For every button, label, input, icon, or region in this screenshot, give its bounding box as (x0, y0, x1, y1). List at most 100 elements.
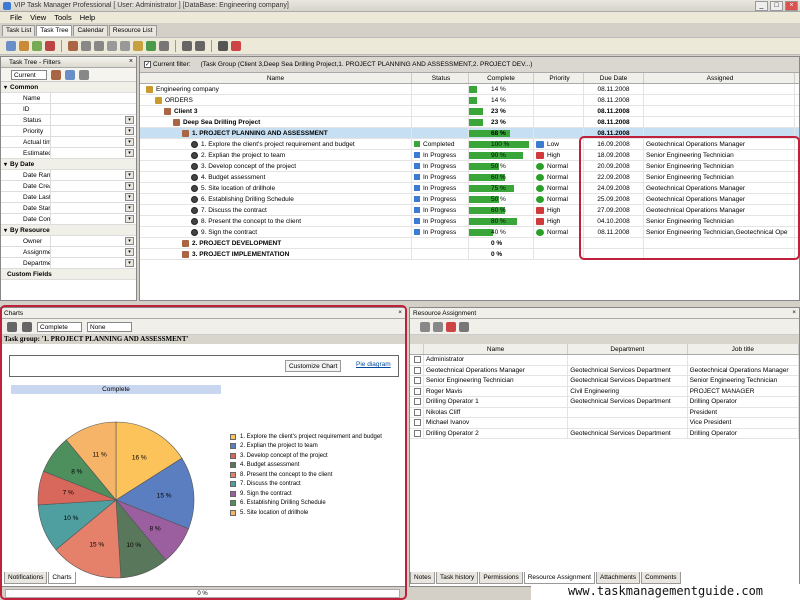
filter-item[interactable]: Assignment ▾ (1, 247, 136, 258)
task-name-cell[interactable]: 3. Develop concept of the project (140, 161, 412, 171)
collapse-icon[interactable] (195, 41, 205, 51)
chevron-down-icon[interactable]: ▾ (125, 171, 134, 179)
task-due-date[interactable]: 08.11.2008 (584, 95, 644, 105)
column-name[interactable]: Name (140, 73, 412, 83)
tab-task-history[interactable]: Task history (435, 572, 479, 584)
delete-icon[interactable] (45, 41, 55, 51)
resource-row[interactable]: Drilling Operator 2 Geotechnical Services… (410, 428, 799, 439)
task-priority-cell[interactable]: Low (534, 139, 584, 149)
filter-icon[interactable] (51, 69, 61, 80)
menu-help[interactable]: Help (80, 13, 95, 22)
column-resource-name[interactable]: Name (424, 344, 569, 354)
task-priority-cell[interactable] (534, 117, 584, 127)
task-row[interactable]: Deep Sea Drilling Project 23 % 08.11.2008 (140, 117, 799, 128)
task-status-cell[interactable]: In Progress (412, 161, 469, 171)
menu-view[interactable]: View (30, 13, 46, 22)
resource-checkbox[interactable] (413, 387, 421, 395)
task-due-date[interactable]: 08.11.2008 (584, 106, 644, 116)
filter-item[interactable]: Owner ▾ (1, 236, 136, 247)
task-assigned[interactable] (644, 117, 795, 127)
resource-row[interactable]: Nikolas Cliff President (410, 407, 799, 418)
task-status-cell[interactable]: In Progress (412, 194, 469, 204)
chevron-down-icon[interactable]: ▾ (125, 149, 134, 157)
filter-item[interactable]: Status ▾ (1, 115, 136, 126)
new-task-icon[interactable] (6, 41, 16, 51)
close-icon[interactable]: × (792, 309, 796, 316)
chevron-down-icon[interactable]: ▾ (125, 193, 134, 201)
task-row[interactable]: Client 3 23 % 08.11.2008 (140, 106, 799, 117)
task-priority-cell[interactable]: Normal (534, 183, 584, 193)
chevron-down-icon[interactable]: ▾ (125, 116, 134, 124)
filter-item[interactable]: Date Range ▾ (1, 170, 136, 181)
tab-resource-list[interactable]: Resource List (108, 25, 157, 36)
task-status-cell[interactable]: Completed (412, 139, 469, 149)
column-priority[interactable]: Priority (534, 73, 584, 83)
filter-item[interactable]: Date Create ▾ (1, 181, 136, 192)
task-name-cell[interactable]: 2. PROJECT DEVELOPMENT (140, 238, 412, 248)
minimize-icon[interactable]: _ (755, 1, 768, 11)
column-status[interactable]: Status (412, 73, 469, 83)
task-assigned[interactable] (644, 95, 795, 105)
print-icon[interactable] (159, 41, 169, 51)
tab-attachments[interactable]: Attachments (595, 572, 641, 584)
tab-task-list[interactable]: Task List (2, 25, 36, 36)
indent-icon[interactable] (107, 41, 117, 51)
resource-checkbox[interactable] (413, 366, 421, 374)
maximize-icon[interactable]: □ (770, 1, 783, 11)
tab-calendar[interactable]: Calendar (73, 25, 108, 36)
filter-item[interactable]: Date Last M ▾ (1, 192, 136, 203)
task-priority-cell[interactable]: High (534, 150, 584, 160)
task-priority-cell[interactable] (534, 238, 584, 248)
task-status-cell[interactable]: In Progress (412, 227, 469, 237)
edit-icon[interactable] (32, 41, 42, 51)
filter-preset-select[interactable]: Current (11, 69, 47, 80)
filter-item[interactable]: Actual time ▾ (1, 137, 136, 148)
task-status-cell[interactable] (412, 117, 469, 127)
tab-comments[interactable]: Comments (641, 572, 681, 584)
column-department[interactable]: Department (568, 344, 688, 354)
resource-checkbox[interactable] (413, 377, 421, 385)
unassign-icon[interactable] (433, 321, 443, 332)
task-priority-cell[interactable] (534, 95, 584, 105)
task-row[interactable]: ORDERS 14 % 08.11.2008 (140, 95, 799, 106)
task-name-cell[interactable]: ORDERS (140, 95, 412, 105)
close-icon[interactable]: × (785, 1, 798, 11)
filter-item[interactable]: Department ▾ (1, 258, 136, 269)
chevron-down-icon[interactable]: ▾ (125, 237, 134, 245)
task-status-cell[interactable] (412, 128, 469, 138)
task-row[interactable]: Engineering company 14 % 08.11.2008 (140, 84, 799, 95)
task-priority-cell[interactable] (534, 249, 584, 259)
tab-permissions[interactable]: Permissions (479, 572, 523, 584)
outdent-icon[interactable] (120, 41, 130, 51)
task-status-cell[interactable]: In Progress (412, 183, 469, 193)
task-name-cell[interactable]: 8. Present the concept to the client (140, 216, 412, 226)
filter-section-header[interactable]: Custom Fields (1, 269, 136, 280)
column-due-date[interactable]: Due Date (584, 73, 644, 83)
task-due-date[interactable]: 08.11.2008 (584, 84, 644, 94)
menu-file[interactable]: File (10, 13, 22, 22)
task-priority-cell[interactable]: Normal (534, 172, 584, 182)
filter-item[interactable]: ID (1, 104, 136, 115)
collapse-icon[interactable]: ▾ (4, 84, 7, 91)
export-icon[interactable] (231, 41, 241, 51)
chevron-down-icon[interactable]: ▾ (125, 248, 134, 256)
chevron-down-icon[interactable]: ▾ (125, 204, 134, 212)
chevron-down-icon[interactable]: ▾ (125, 182, 134, 190)
filter-item[interactable]: Priority ▾ (1, 126, 136, 137)
resource-checkbox[interactable] (413, 419, 421, 427)
resource-checkbox[interactable] (413, 408, 421, 416)
task-status-cell[interactable]: In Progress (412, 205, 469, 215)
filter-section-header[interactable]: ▾ By Date (1, 159, 136, 170)
resource-checkbox[interactable] (413, 398, 421, 406)
collapse-icon[interactable]: ▾ (4, 227, 7, 234)
chevron-down-icon[interactable]: ▾ (125, 259, 134, 267)
task-priority-cell[interactable]: High (534, 205, 584, 215)
task-name-cell[interactable]: 9. Sign the contract (140, 227, 412, 237)
tab-resource-assignment[interactable]: Resource Assignment (523, 572, 595, 584)
task-name-cell[interactable]: Deep Sea Drilling Project (140, 117, 412, 127)
filter-icon[interactable] (68, 41, 78, 51)
filter-section-header[interactable]: ▾ Common (1, 82, 136, 93)
resource-checkbox[interactable] (413, 356, 421, 364)
task-name-cell[interactable]: 3. PROJECT IMPLEMENTATION (140, 249, 412, 259)
task-name-cell[interactable]: 2. Explian the project to team (140, 150, 412, 160)
